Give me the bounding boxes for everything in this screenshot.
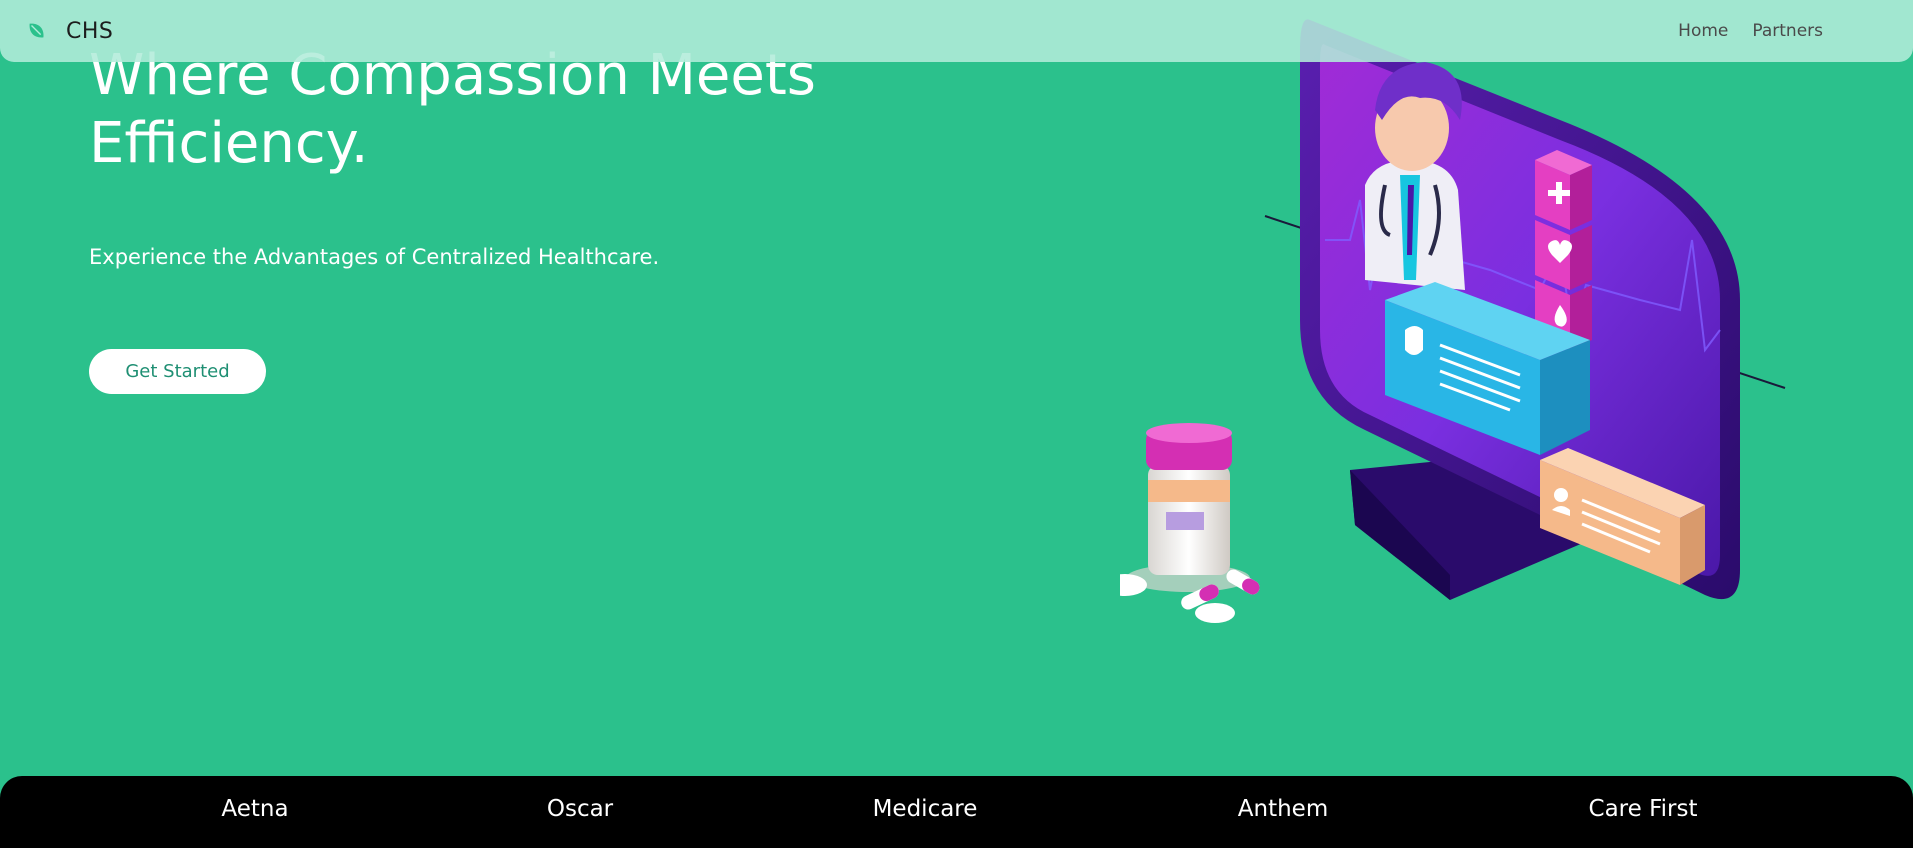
partner-anthem[interactable]: Anthem	[1238, 796, 1328, 822]
partners-bar: Aetna Oscar Medicare Anthem Care First	[0, 776, 1913, 848]
leaf-icon	[29, 23, 44, 38]
nav-link-partners[interactable]: Partners	[1752, 21, 1823, 41]
hero-title: Where Compassion Meets Efficiency.	[89, 43, 816, 176]
brand[interactable]: CHS	[26, 19, 113, 44]
navbar: CHS Home Partners	[0, 0, 1913, 62]
hero-subtitle: Experience the Advantages of Centralized…	[89, 245, 660, 269]
nav-link-home[interactable]: Home	[1678, 21, 1728, 41]
partner-aetna[interactable]: Aetna	[221, 796, 288, 822]
get-started-button[interactable]: Get Started	[89, 349, 266, 394]
nav-links: Home Partners	[1678, 0, 1823, 62]
partner-oscar[interactable]: Oscar	[547, 796, 613, 822]
partner-medicare[interactable]: Medicare	[873, 796, 978, 822]
telehealth-illustration	[1120, 19, 1786, 623]
brand-name: CHS	[66, 18, 114, 44]
partner-care-first[interactable]: Care First	[1589, 796, 1698, 822]
